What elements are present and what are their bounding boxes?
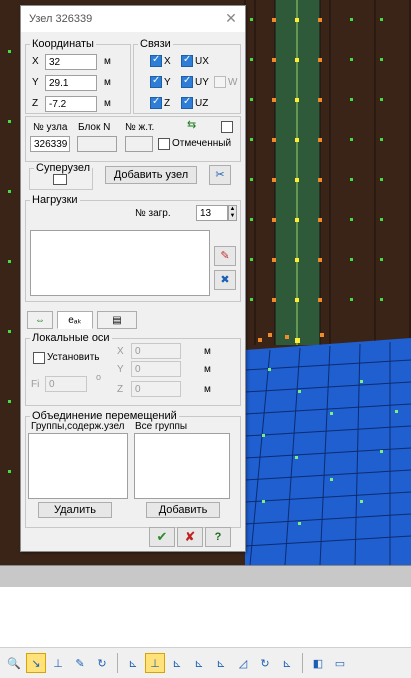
status-bar bbox=[0, 565, 411, 588]
groups-with-node-label: Группы,содерж.узел bbox=[31, 421, 125, 432]
ok-icon[interactable]: ✔ bbox=[149, 527, 175, 547]
link-ux-checkbox[interactable] bbox=[181, 54, 193, 67]
cube-icon[interactable]: ◧ bbox=[308, 653, 328, 673]
window-icon[interactable]: ▭ bbox=[330, 653, 350, 673]
loads-group-title: Нагрузки bbox=[32, 194, 78, 206]
rotate-icon[interactable]: ↻ bbox=[92, 653, 112, 673]
superuzel-title: Суперузел bbox=[36, 162, 91, 174]
link-uy-label: UY bbox=[195, 77, 209, 88]
loads-list[interactable] bbox=[30, 230, 210, 296]
load-spinner[interactable]: ▲ ▼ bbox=[228, 205, 237, 221]
view-xz-icon[interactable]: ⊾ bbox=[167, 653, 187, 673]
add-load-icon[interactable]: ✎ bbox=[214, 246, 236, 266]
link-uz-label: UZ bbox=[195, 98, 209, 109]
x-coord-field[interactable]: 32 bbox=[45, 54, 97, 70]
link-toggle-checkbox[interactable] bbox=[221, 121, 233, 133]
link-uz-checkbox[interactable] bbox=[181, 96, 193, 109]
bottom-toolbar: 🔍 ↘ ⊥ ✎ ↻ ⊾ ⊥ ⊾ ⊾ ⊾ ◿ ↻ ⊾ ◧ ▭ bbox=[0, 647, 411, 678]
load-no-field[interactable]: 13 bbox=[196, 205, 228, 221]
x-label: X bbox=[32, 56, 39, 67]
add-button[interactable]: Добавить bbox=[146, 502, 220, 518]
dialog-titlebar[interactable]: Узел 326339 ✕ bbox=[21, 6, 245, 32]
node-no-label: № узла bbox=[33, 122, 68, 133]
view-front-icon[interactable]: ⊥ bbox=[145, 653, 165, 673]
set-local-axes-checkbox[interactable] bbox=[33, 352, 45, 364]
x-unit: м bbox=[104, 56, 111, 67]
y-label: Y bbox=[32, 77, 39, 88]
view-yz-icon[interactable]: ⊾ bbox=[211, 653, 231, 673]
view-iso-icon[interactable]: ◿ bbox=[233, 653, 253, 673]
link-x-checkbox[interactable] bbox=[150, 54, 162, 67]
coords-group-title: Координаты bbox=[32, 38, 94, 50]
tab-nodes-icon[interactable]: ⇔ bbox=[27, 311, 53, 329]
y-coord-field[interactable]: 29.1 bbox=[45, 75, 97, 91]
groups-with-node-list[interactable] bbox=[28, 433, 128, 499]
lx-label: X bbox=[117, 346, 124, 357]
marked-checkbox[interactable] bbox=[158, 138, 170, 150]
dialog-title: Узел 326339 bbox=[29, 13, 93, 25]
axis-view-icon[interactable]: ⊾ bbox=[277, 653, 297, 673]
all-groups-list[interactable] bbox=[134, 433, 230, 499]
z-coord-field[interactable]: -7.2 bbox=[45, 96, 97, 112]
z-label: Z bbox=[32, 98, 39, 109]
superuzel-checkbox[interactable] bbox=[53, 174, 67, 185]
stiffness-field[interactable] bbox=[125, 136, 153, 152]
block-label: Блок N bbox=[78, 122, 111, 133]
node-no-field[interactable]: 326339 bbox=[30, 136, 70, 152]
z-unit: м bbox=[104, 98, 111, 109]
add-node-button[interactable]: Добавить узел bbox=[105, 166, 197, 184]
block-field[interactable] bbox=[77, 136, 117, 152]
links-group-title: Связи bbox=[140, 38, 171, 50]
tab-ak[interactable]: eₐₖ bbox=[57, 311, 93, 329]
slab-element bbox=[245, 338, 411, 565]
link-y-label: Y bbox=[164, 77, 171, 88]
all-groups-label: Все группы bbox=[135, 421, 188, 432]
link-y-checkbox[interactable] bbox=[150, 75, 162, 88]
link-uy-checkbox[interactable] bbox=[181, 75, 193, 88]
delete-button[interactable]: Удалить bbox=[38, 502, 112, 518]
close-icon[interactable]: ✕ bbox=[223, 10, 239, 26]
set-local-axes-label: Установить bbox=[47, 352, 100, 363]
ly-unit: м bbox=[204, 364, 211, 375]
local-axes-title: Локальные оси bbox=[32, 332, 110, 344]
lz-unit: м bbox=[204, 384, 211, 395]
tab-table-icon[interactable]: ▤ bbox=[97, 311, 137, 329]
ly-field[interactable]: 0 bbox=[131, 361, 181, 377]
fi-field[interactable]: 0 bbox=[45, 376, 87, 392]
empty-panel bbox=[0, 587, 411, 647]
stiffness-label: № ж.т. bbox=[125, 122, 155, 133]
view-xy-icon[interactable]: ⊾ bbox=[189, 653, 209, 673]
fi-label: Fi bbox=[31, 379, 40, 390]
axis-icon[interactable]: ⊥ bbox=[48, 653, 68, 673]
cancel-icon[interactable]: ✘ bbox=[177, 527, 203, 547]
link-z-checkbox[interactable] bbox=[150, 96, 162, 109]
link-icon[interactable]: ⇆ bbox=[187, 118, 196, 131]
link-w-label: W bbox=[228, 77, 238, 88]
view-3d-icon[interactable]: ⊾ bbox=[123, 653, 143, 673]
help-icon[interactable]: ? bbox=[205, 527, 231, 547]
lx-field[interactable]: 0 bbox=[131, 343, 181, 359]
y-unit: м bbox=[104, 77, 111, 88]
fi-unit: о bbox=[96, 372, 102, 382]
lz-label: Z bbox=[117, 384, 124, 395]
edit-load-icon[interactable]: ✖ bbox=[214, 270, 236, 290]
link-ux-label: UX bbox=[195, 56, 209, 67]
lx-unit: м bbox=[204, 346, 211, 357]
link-z-label: Z bbox=[164, 98, 171, 109]
refresh-icon[interactable]: ↻ bbox=[255, 653, 275, 673]
link-w-checkbox[interactable] bbox=[214, 76, 226, 88]
zoom-icon[interactable]: 🔍 bbox=[4, 653, 24, 673]
load-no-label: № загр. bbox=[135, 208, 171, 219]
node-dialog: Узел 326339 ✕ Координаты X 32 м Y 29.1 м… bbox=[20, 5, 246, 552]
scissors-icon[interactable]: ✂ bbox=[209, 165, 231, 185]
pencil-icon[interactable]: ✎ bbox=[70, 653, 90, 673]
ly-label: Y bbox=[117, 364, 124, 375]
link-x-label: X bbox=[164, 56, 171, 67]
marked-label: Отмеченный bbox=[172, 138, 232, 149]
lz-field[interactable]: 0 bbox=[131, 381, 181, 397]
select-node-icon[interactable]: ↘ bbox=[26, 653, 46, 673]
